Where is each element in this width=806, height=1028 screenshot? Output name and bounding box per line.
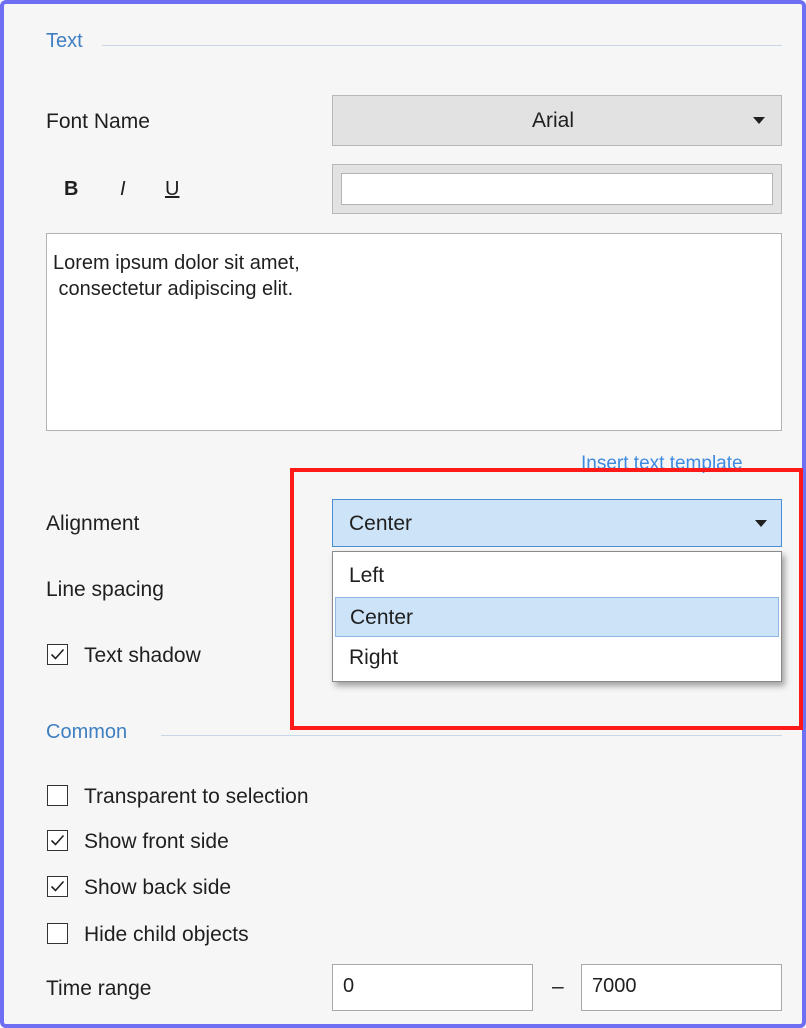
section-divider [161, 735, 782, 736]
highlight-annotation-box [290, 468, 803, 730]
checkmark-icon [50, 834, 65, 846]
checkmark-icon [50, 880, 65, 892]
checkmark-icon [50, 648, 65, 660]
time-range-start-input[interactable]: 0 [332, 964, 533, 1011]
underline-button[interactable]: U [165, 178, 179, 201]
transparent-to-selection-label: Transparent to selection [84, 785, 309, 808]
font-size-input[interactable] [341, 173, 773, 205]
font-size-field-frame [332, 164, 782, 214]
alignment-label: Alignment [46, 512, 140, 535]
font-name-value: Arial [532, 109, 575, 132]
time-range-end-input[interactable]: 7000 [581, 964, 782, 1011]
time-range-label: Time range [46, 977, 152, 1000]
chevron-down-icon [753, 117, 765, 124]
time-range-separator: – [552, 975, 564, 998]
bold-button[interactable]: B [64, 178, 78, 201]
section-divider [102, 45, 782, 46]
text-content-value: Lorem ipsum dolor sit amet, consectetur … [53, 252, 300, 300]
transparent-to-selection-checkbox[interactable] [47, 785, 68, 806]
font-name-label: Font Name [46, 110, 150, 133]
italic-button[interactable]: I [120, 178, 126, 201]
show-back-side-checkbox[interactable] [47, 876, 68, 897]
hide-child-objects-checkbox[interactable] [47, 923, 68, 944]
hide-child-objects-label: Hide child objects [84, 923, 249, 946]
time-range-end-value: 7000 [592, 975, 637, 997]
show-back-side-label: Show back side [84, 876, 232, 899]
font-name-dropdown[interactable]: Arial [332, 95, 782, 146]
time-range-start-value: 0 [343, 975, 355, 997]
show-front-side-label: Show front side [84, 830, 229, 853]
section-title-text: Text [46, 30, 83, 52]
show-front-side-checkbox[interactable] [47, 830, 68, 851]
line-spacing-label: Line spacing [46, 578, 164, 601]
text-shadow-label: Text shadow [84, 644, 201, 667]
text-shadow-checkbox[interactable] [47, 644, 68, 665]
section-title-common: Common [46, 721, 128, 743]
text-content-area[interactable]: Lorem ipsum dolor sit amet, consectetur … [46, 233, 782, 431]
